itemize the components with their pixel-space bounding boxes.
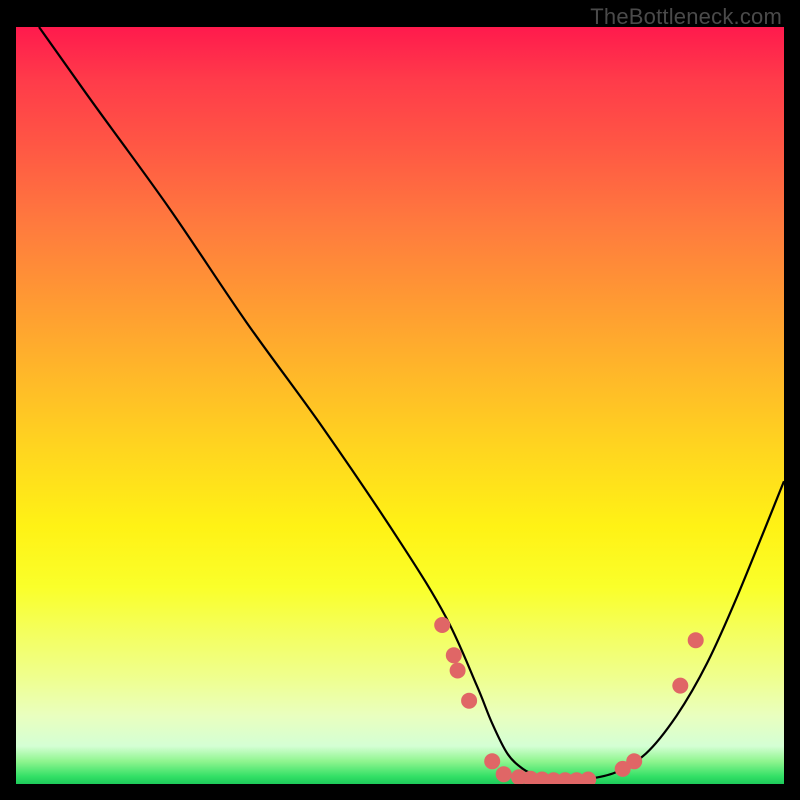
data-marker [450, 663, 466, 679]
data-marker [446, 647, 462, 663]
data-marker [484, 753, 500, 769]
data-marker [461, 693, 477, 709]
bottleneck-curve [39, 27, 784, 780]
data-marker [496, 766, 512, 782]
data-marker [688, 632, 704, 648]
data-marker [672, 678, 688, 694]
marker-layer [434, 617, 704, 784]
curve-layer [39, 27, 784, 780]
data-marker [434, 617, 450, 633]
bottleneck-chart-svg [16, 27, 784, 784]
data-marker [626, 753, 642, 769]
data-marker [580, 772, 596, 785]
